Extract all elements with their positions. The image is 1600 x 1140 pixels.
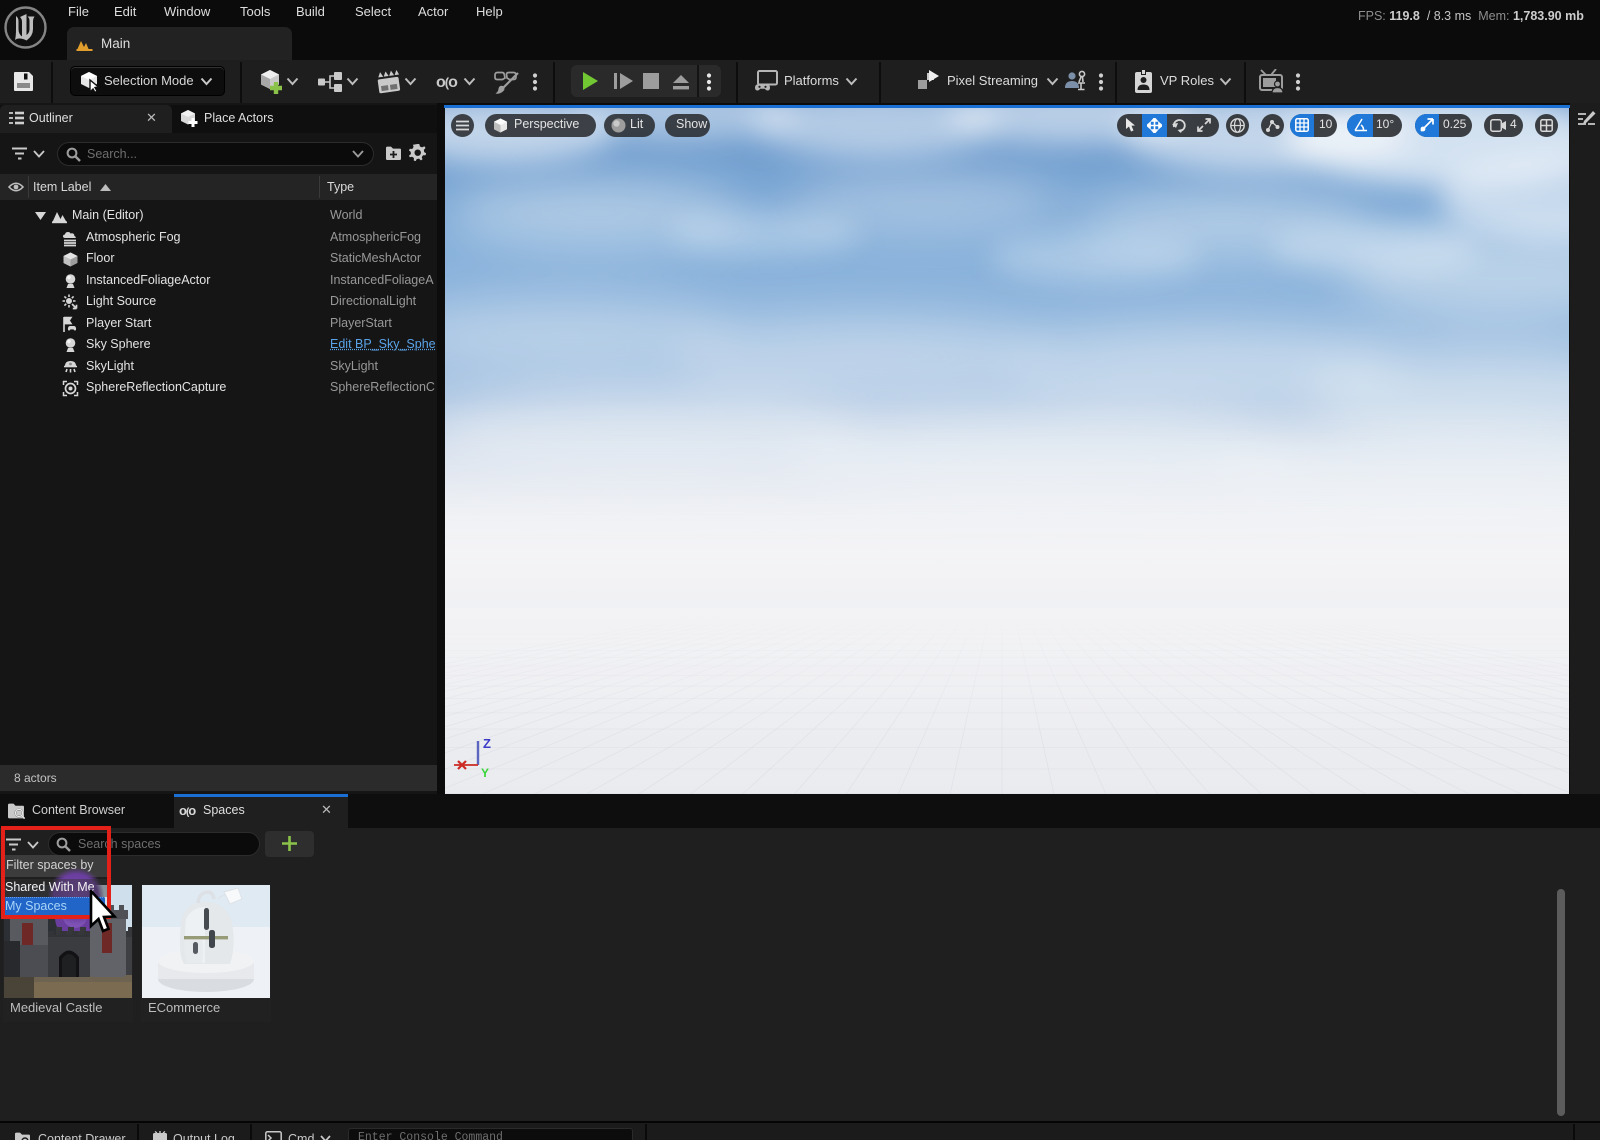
svg-text:Y: Y (481, 766, 489, 780)
svg-text:Z: Z (483, 736, 491, 751)
